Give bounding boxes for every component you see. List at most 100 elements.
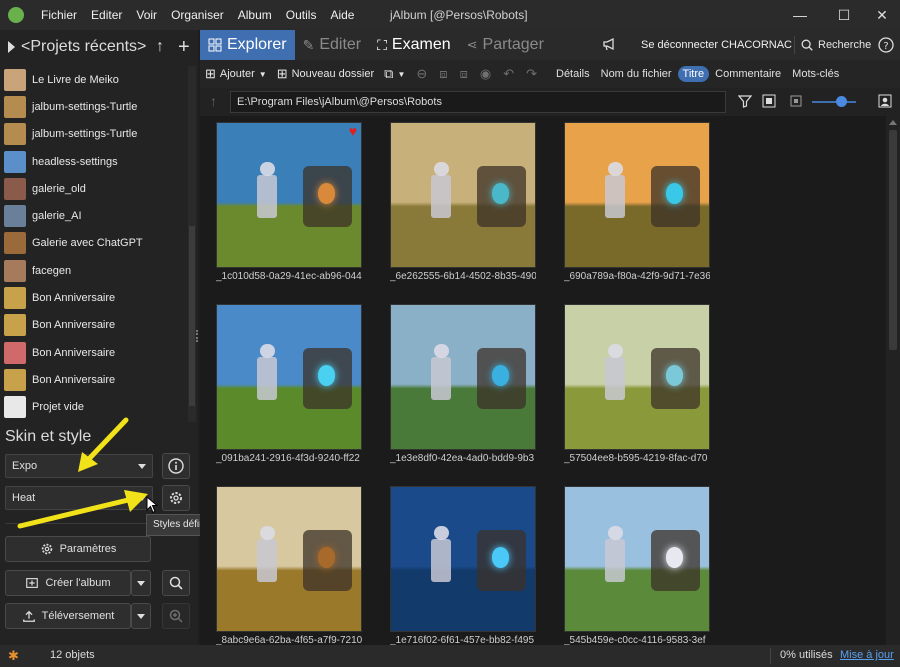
maximize-button[interactable]: ☐: [824, 0, 864, 30]
menu-item-outils[interactable]: Outils: [279, 0, 324, 30]
sort-option[interactable]: Commentaire: [710, 66, 786, 82]
machine-light: [665, 547, 684, 568]
thumbnail-item[interactable]: _690a789a-f80a-42f9-9d71-7e36: [564, 122, 710, 282]
thumbnail-item[interactable]: _545b459e-c0cc-4116-9583-3ef: [564, 486, 710, 645]
new-folder-button[interactable]: ⊞ Nouveau dossier: [272, 66, 379, 82]
window-title: jAlbum [@Persos\Robots]: [390, 8, 528, 22]
build-icon: [26, 578, 39, 588]
expand-arrow-icon[interactable]: [8, 41, 15, 53]
skin-info-button[interactable]: [162, 453, 190, 479]
announcement-icon[interactable]: [602, 36, 618, 55]
rotate-left-icon[interactable]: ⧈: [433, 66, 453, 82]
settings-button[interactable]: Paramètres: [5, 536, 151, 562]
favorite-heart-icon[interactable]: ♥: [349, 123, 357, 139]
project-item[interactable]: Le Livre de Meiko: [0, 66, 188, 93]
sort-option[interactable]: Titre: [677, 66, 710, 82]
project-item[interactable]: galerie_old: [0, 175, 188, 202]
project-item[interactable]: headless-settings: [0, 148, 188, 175]
project-item[interactable]: galerie_AI: [0, 202, 188, 229]
add-button[interactable]: ⊞ Ajouter ▼: [200, 66, 272, 82]
small-thumb-icon[interactable]: [790, 95, 802, 110]
menu-item-album[interactable]: Album: [231, 0, 279, 30]
update-link[interactable]: Mise à jour: [840, 649, 894, 661]
camera-icon[interactable]: ◉: [474, 66, 497, 82]
logout-link[interactable]: Se déconnecter CHACORNAC: [641, 30, 792, 60]
zoom-button[interactable]: [162, 603, 190, 629]
minimize-button[interactable]: —: [780, 0, 820, 30]
filter-icon[interactable]: [737, 94, 753, 111]
thumbnail-size-slider[interactable]: [812, 101, 856, 103]
slider-handle[interactable]: [836, 96, 847, 107]
thumbnail-item[interactable]: _091ba241-2916-4f3d-9240-ff22: [216, 304, 362, 464]
search-button[interactable]: Recherche: [800, 30, 871, 60]
main-area: Explorer ✎ Editer ⛶ Examen ⋖ Partager Se…: [200, 30, 900, 645]
project-item[interactable]: jalbum-settings-Turtle: [0, 93, 188, 120]
sort-option[interactable]: Détails: [551, 66, 595, 82]
add-project-icon[interactable]: +: [178, 36, 190, 59]
project-thumbnail: [4, 205, 26, 228]
project-item[interactable]: Bon Anniversaire: [0, 284, 188, 311]
up-arrow-icon[interactable]: ↑: [156, 38, 164, 56]
thumbnail-item[interactable]: _1e3e8df0-42ea-4ad0-bdd9-9b3: [390, 304, 536, 464]
sort-option[interactable]: Nom du fichier: [596, 66, 677, 82]
usage-text: 0% utilisés: [780, 649, 833, 661]
project-scrollbar[interactable]: [188, 66, 196, 422]
project-label: galerie_old: [32, 182, 86, 195]
project-thumbnail: [4, 259, 26, 282]
create-album-dropdown[interactable]: [131, 570, 151, 596]
close-button[interactable]: ✕: [862, 0, 900, 30]
upload-button[interactable]: Téléversement: [5, 603, 131, 629]
project-item[interactable]: jalbum-settings-Turtle: [0, 121, 188, 148]
add-icon: ⊞: [205, 66, 216, 81]
preview-button[interactable]: [162, 570, 190, 596]
tab-explorer[interactable]: Explorer: [200, 30, 295, 60]
chevron-down-icon: [137, 613, 145, 619]
thumbnail-item[interactable]: _57504ee8-b595-4219-8fac-d70: [564, 304, 710, 464]
project-thumbnail: [4, 68, 26, 91]
search-icon: [169, 576, 183, 590]
tab-share[interactable]: ⋖ Partager: [459, 30, 552, 60]
scroll-up-icon[interactable]: [889, 120, 897, 125]
divider: [794, 36, 795, 54]
thumbnail-item[interactable]: _8abc9e6a-62ba-4f65-a7f9-7210: [216, 486, 362, 645]
scrollbar-thumb[interactable]: [889, 130, 897, 350]
toolbar: ⊞ Ajouter ▼ ⊞ Nouveau dossier ⧉ ▼ ⊖ ⧈ ⧈ …: [200, 60, 900, 88]
rotate-right-icon[interactable]: ⧈: [454, 66, 474, 82]
path-field[interactable]: E:\Program Files\jAlbum\@Persos\Robots: [230, 91, 726, 113]
menu-item-organiser[interactable]: Organiser: [164, 0, 231, 30]
redo-icon[interactable]: ↷: [520, 66, 543, 82]
project-item[interactable]: Bon Anniversaire: [0, 339, 188, 366]
thumbnail-item[interactable]: ♥ _1c010d58-0a29-41ec-ab96-044: [216, 122, 362, 282]
remove-icon[interactable]: ⊖: [410, 66, 433, 82]
more-actions-button[interactable]: ⧉ ▼: [379, 66, 410, 82]
menu-item-editer[interactable]: Editer: [84, 0, 129, 30]
parent-folder-icon[interactable]: ↑: [210, 93, 217, 109]
help-icon[interactable]: ?: [878, 37, 894, 56]
tab-edit[interactable]: ✎ Editer: [295, 30, 370, 60]
thumbnail-filename: _690a789a-f80a-42f9-9d71-7e36: [564, 271, 710, 282]
upload-icon: [22, 610, 35, 622]
scrollbar-thumb[interactable]: [189, 226, 195, 406]
create-album-button[interactable]: Créer l'album: [5, 570, 131, 596]
undo-icon[interactable]: ↶: [497, 66, 520, 82]
menu-item-voir[interactable]: Voir: [129, 0, 164, 30]
style-settings-button[interactable]: [162, 485, 190, 511]
project-item[interactable]: Bon Anniversaire: [0, 312, 188, 339]
sort-option[interactable]: Mots-clés: [787, 66, 844, 82]
project-item[interactable]: Galerie avec ChatGPT: [0, 230, 188, 257]
view-mode-icon[interactable]: [762, 94, 776, 111]
menu-item-aide[interactable]: Aide: [323, 0, 361, 30]
recent-projects-dropdown[interactable]: <Projets récents>: [21, 38, 146, 56]
upload-dropdown[interactable]: [131, 603, 151, 629]
project-item[interactable]: Bon Anniversaire: [0, 366, 188, 393]
thumbnail-item[interactable]: _1e716f02-6f61-457e-bb82-f495: [390, 486, 536, 645]
gear-icon: [41, 543, 52, 555]
project-item[interactable]: facegen: [0, 257, 188, 284]
robot-body: [431, 174, 452, 219]
menu-item-fichier[interactable]: Fichier: [34, 0, 84, 30]
tab-review[interactable]: ⛶ Examen: [369, 30, 459, 60]
grid-scrollbar[interactable]: [886, 116, 900, 645]
gear-icon: [170, 492, 182, 504]
large-thumb-icon[interactable]: [878, 94, 892, 111]
thumbnail-item[interactable]: _6e262555-6b14-4502-8b35-490: [390, 122, 536, 282]
